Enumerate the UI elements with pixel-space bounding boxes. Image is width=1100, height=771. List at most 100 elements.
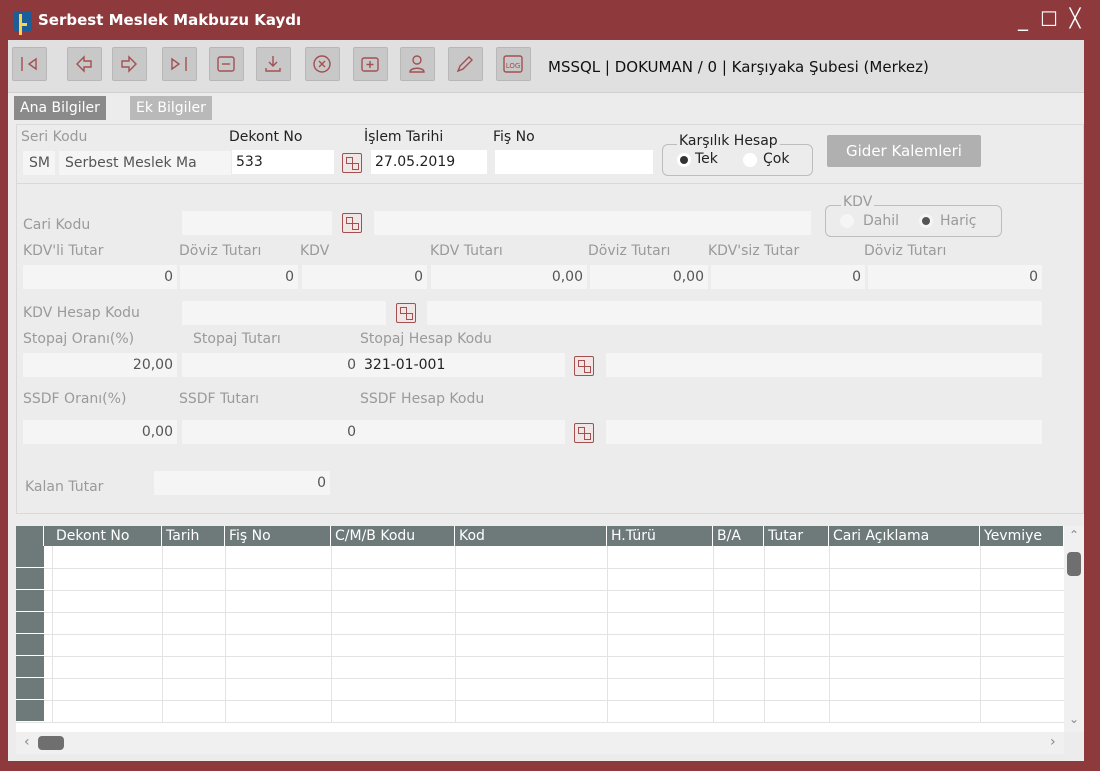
grid-cell-divider [331,634,332,656]
kdvli-tutar-label: KDV'li Tutar [23,243,104,259]
fis-no-field[interactable] [495,150,653,174]
grid-cell-divider [713,700,714,722]
scroll-up-icon[interactable]: ⌃ [1069,528,1079,542]
ssdf-tutari-field[interactable]: 0 [182,420,360,444]
col-cari-aciklama[interactable]: Cari Açıklama [829,526,980,546]
islem-tarihi-field[interactable]: 27.05.2019 [371,150,487,174]
doviz-tutari-field-2[interactable]: 0,00 [590,265,708,289]
dekont-no-label: Dekont No [229,129,303,145]
stopaj-tutari-field[interactable]: 0 [182,353,360,377]
kdv-hesap-kodu-field[interactable] [182,301,386,325]
last-record-button[interactable] [162,47,197,81]
cari-aciklama-field [374,211,811,235]
col-h-turu[interactable]: H.Türü [607,526,713,546]
cari-kodu-lookup-icon[interactable] [342,213,362,233]
table-row[interactable] [16,678,1064,701]
date-picker-icon[interactable] [342,153,362,173]
stopaj-hesap-aciklama-field [606,353,1042,377]
tab-ek-bilgiler[interactable]: Ek Bilgiler [130,96,212,120]
cari-kodu-field[interactable] [182,211,332,235]
stopaj-hesap-lookup-icon[interactable] [574,356,594,376]
scroll-right-icon[interactable]: › [1050,734,1056,750]
kdv-dahil-radio[interactable] [840,214,854,228]
vertical-scrollbar[interactable]: ⌃ ⌄ [1064,526,1084,732]
table-row[interactable] [16,700,1064,723]
records-grid: Dekont No Tarih Fiş No C/M/B Kodu Kod H.… [16,526,1064,732]
ssdf-hesap-lookup-icon[interactable] [574,423,594,443]
col-fis-no[interactable]: Fiş No [225,526,331,546]
table-row[interactable] [16,634,1064,657]
col-dekont-no[interactable]: Dekont No [52,526,162,546]
doviz-tutari-label-1: Döviz Tutarı [179,243,262,259]
col-ba[interactable]: B/A [713,526,764,546]
minimize-button[interactable]: _ [1012,8,1034,30]
grid-cell-divider [607,568,608,590]
col-tutar[interactable]: Tutar [764,526,829,546]
row-indicator[interactable] [16,656,44,678]
kdv-haric-radio[interactable] [919,214,933,228]
ssdf-orani-label: SSDF Oranı(%) [23,391,127,407]
row-indicator[interactable] [16,612,44,634]
scroll-left-icon[interactable]: ‹ [24,734,30,750]
grid-cell-divider [980,612,981,634]
kdvli-tutar-field[interactable]: 0 [23,265,177,289]
row-indicator[interactable] [16,634,44,656]
close-button[interactable]: ╳ [1064,8,1086,30]
log-button[interactable]: LOG [496,47,531,81]
kalan-tutar-label: Kalan Tutar [25,479,104,495]
table-row[interactable] [16,656,1064,679]
row-indicator[interactable] [16,590,44,612]
table-row[interactable] [16,546,1064,569]
save-button[interactable] [256,47,291,81]
dekont-no-field[interactable]: 533 [232,150,334,174]
doviz-tutari-field-1[interactable]: 0 [180,265,298,289]
seri-kodu-code[interactable]: SM [23,151,55,175]
new-record-button[interactable] [353,47,388,81]
col-kod[interactable]: Kod [455,526,607,546]
prev-record-button[interactable] [67,47,102,81]
grid-cell-divider [331,590,332,612]
tab-ana-bilgiler[interactable]: Ana Bilgiler [14,96,106,120]
table-row[interactable] [16,568,1064,591]
row-indicator[interactable] [16,700,44,722]
karsilik-cok-radio[interactable] [743,153,757,167]
karsilik-tek-radio[interactable] [677,153,691,167]
kdv-tutari-field[interactable]: 0,00 [431,265,587,289]
col-tarih[interactable]: Tarih [162,526,225,546]
kdvsiz-tutar-field[interactable]: 0 [711,265,865,289]
horizontal-scrollbar[interactable]: ‹ › [16,732,1064,754]
first-record-button[interactable] [12,47,47,81]
vertical-scroll-thumb[interactable] [1067,552,1081,576]
edit-button[interactable] [448,47,483,81]
grid-cell-divider [980,634,981,656]
kdv-hesap-lookup-icon[interactable] [396,303,416,323]
col-cmb-kodu[interactable]: C/M/B Kodu [331,526,455,546]
row-indicator[interactable] [16,546,44,568]
stopaj-hesap-kodu-field[interactable]: 321-01-001 [360,353,565,377]
grid-cell-divider [52,634,53,656]
kalan-tutar-field[interactable]: 0 [154,471,330,495]
ssdf-orani-field[interactable]: 0,00 [23,420,177,444]
grid-cell-divider [764,678,765,700]
horizontal-scroll-thumb[interactable] [38,736,64,750]
ssdf-hesap-kodu-field[interactable] [360,420,565,444]
maximize-button[interactable]: ☐ [1038,8,1060,30]
grid-cell-divider [52,590,53,612]
gider-kalemleri-button[interactable]: Gider Kalemleri [827,135,981,167]
row-indicator[interactable] [16,568,44,590]
user-button[interactable] [400,47,435,81]
col-yevmiye[interactable]: Yevmiye [980,526,1064,546]
table-row[interactable] [16,612,1064,635]
kdv-field[interactable]: 0 [302,265,427,289]
doviz-tutari-field-3[interactable]: 0 [868,265,1042,289]
row-indicator[interactable] [16,678,44,700]
table-row[interactable] [16,590,1064,613]
list-button[interactable] [209,47,244,81]
cancel-button[interactable] [305,47,340,81]
stopaj-orani-field[interactable]: 20,00 [23,353,177,377]
title-bar[interactable]: Serbest Meslek Makbuzu Kaydı _ ☐ ╳ [0,0,1100,40]
seri-kodu-name[interactable]: Serbest Meslek Ma [59,151,231,175]
list-icon [217,56,235,72]
scroll-down-icon[interactable]: ⌄ [1069,712,1079,726]
next-record-button[interactable] [112,47,147,81]
